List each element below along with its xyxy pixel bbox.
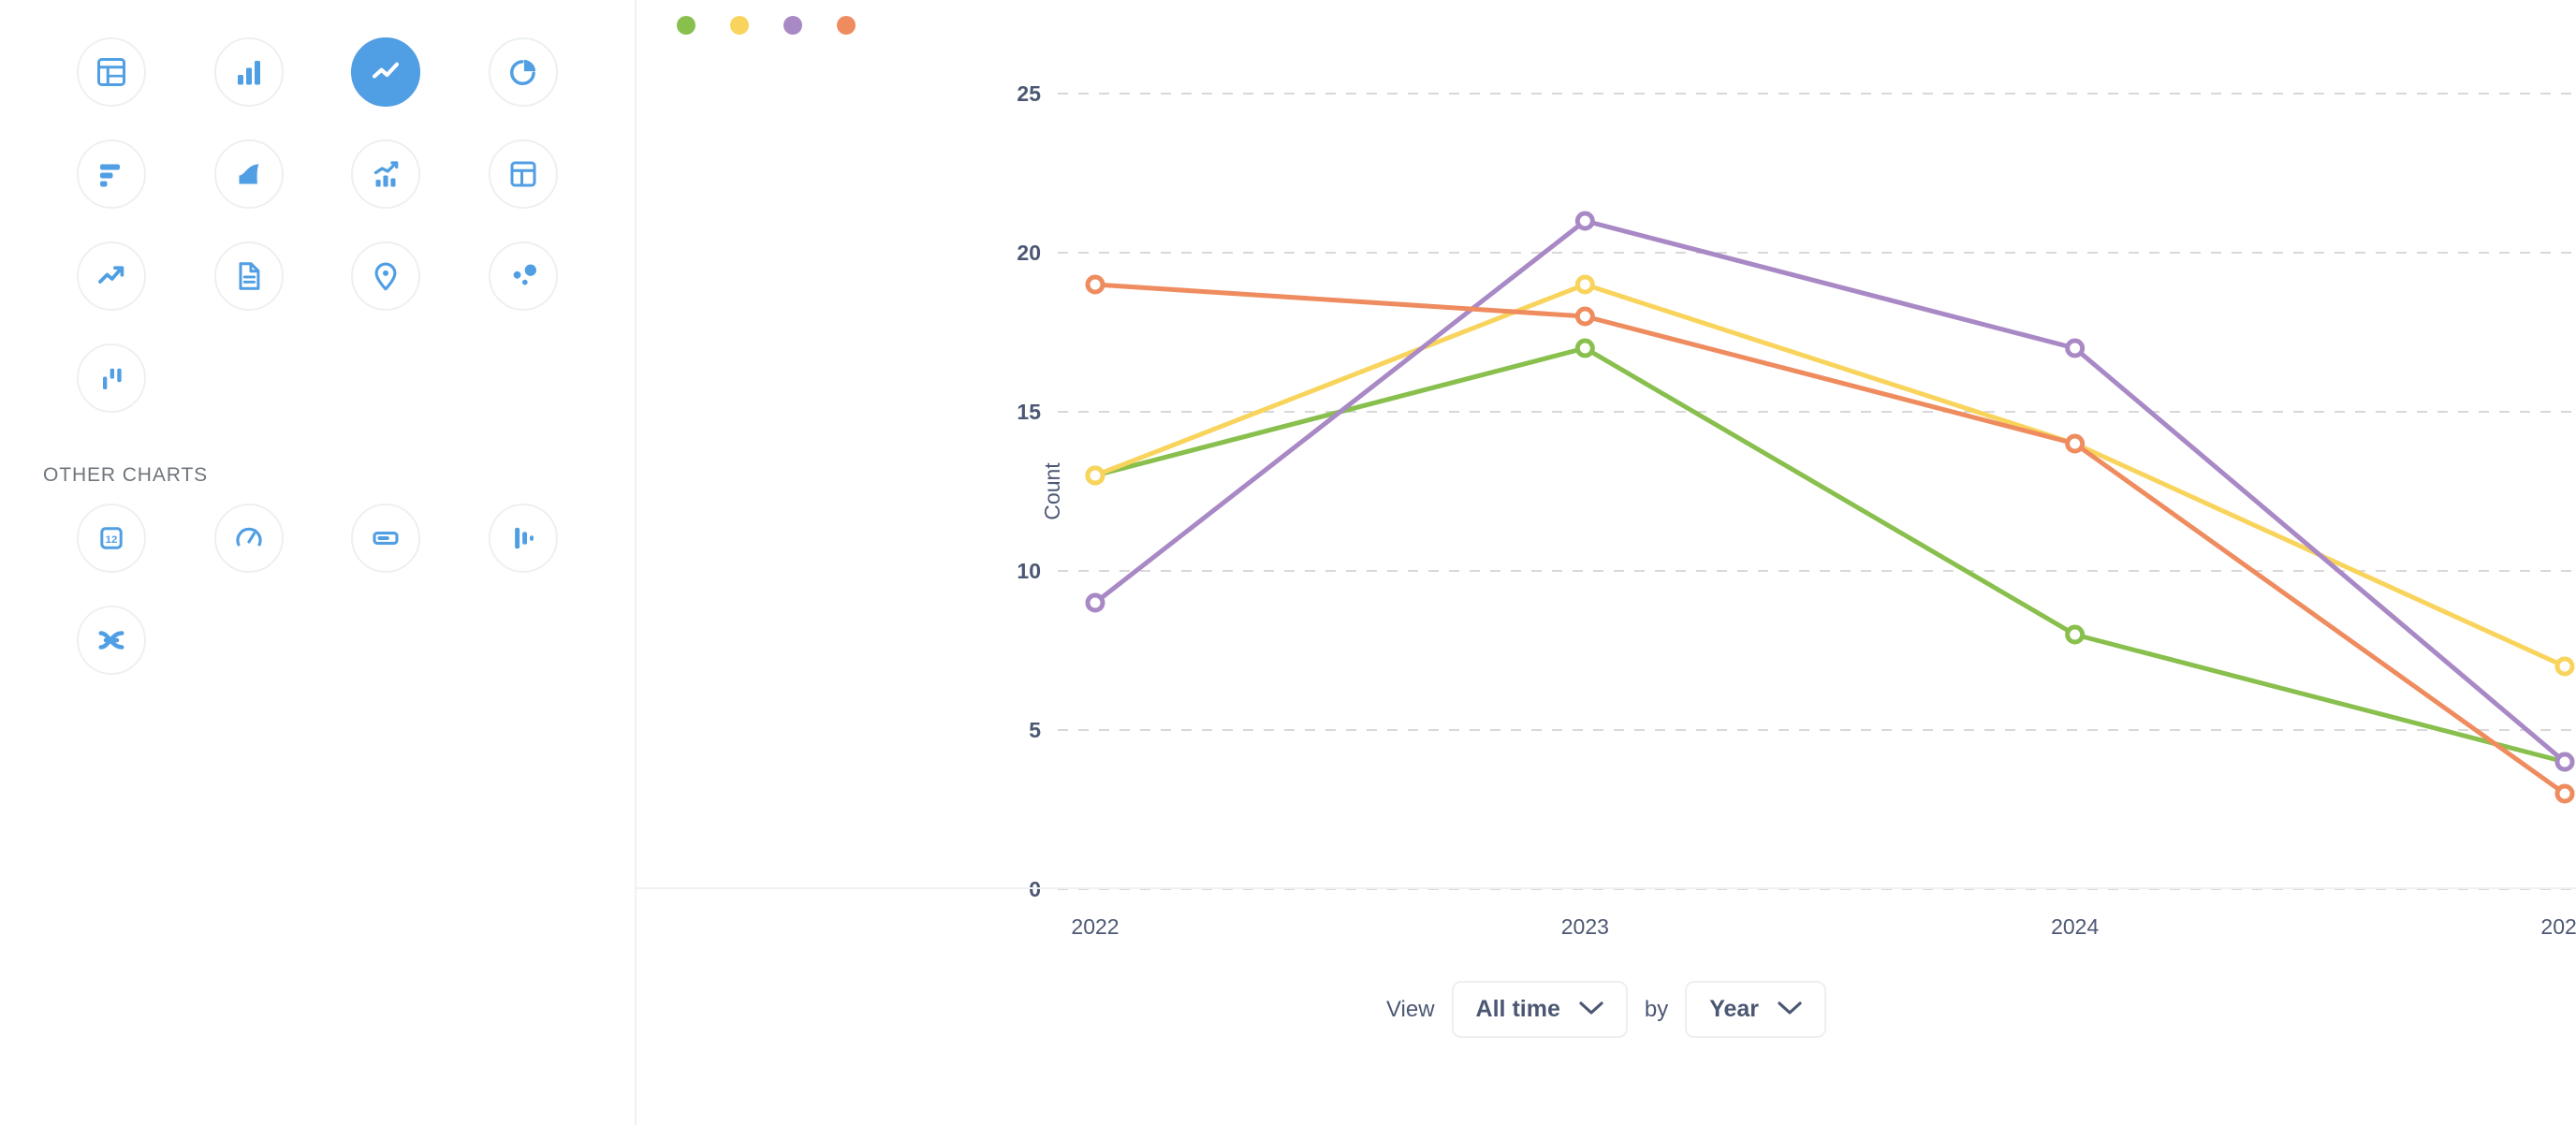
chart-type-progress[interactable] [317,492,455,594]
pivot-table-icon [489,139,558,209]
chart-type-row[interactable] [43,128,181,230]
waterfall-icon [77,343,146,413]
chart-type-scatter[interactable] [455,230,593,332]
chart-type-line[interactable] [317,26,455,128]
data-point-gadget[interactable] [2557,659,2572,674]
y-axis-tick-label: 5 [1029,718,1041,742]
footer-divider [637,887,2576,889]
chart-type-area[interactable] [181,128,318,230]
data-point-widget[interactable] [1577,309,1592,324]
data-point-widget[interactable] [1088,277,1103,292]
granularity-value: Year [1709,996,1759,1023]
detail-icon [214,241,284,311]
chart-type-pie[interactable] [455,26,593,128]
chart-type-detail[interactable] [181,230,318,332]
pie-chart-icon [489,37,558,107]
time-range-dropdown[interactable]: All time [1452,981,1628,1038]
chart-type-table[interactable] [43,26,181,128]
progress-icon [351,504,420,573]
y-axis-tick-label: 25 [1017,81,1041,106]
data-point-gadget[interactable] [1577,277,1592,292]
chart-type-combo[interactable] [317,128,455,230]
data-point-gizmo[interactable] [2557,754,2572,769]
data-point-gizmo[interactable] [2068,341,2083,356]
chart-type-pivot-table[interactable] [455,128,593,230]
sankey-icon [77,606,146,675]
chart-type-gauge[interactable] [181,492,318,594]
chevron-down-icon [1579,1001,1603,1018]
time-range-value: All time [1476,996,1560,1023]
chart-type-sankey[interactable] [43,594,181,696]
area-chart-icon [214,139,284,209]
chevron-down-icon [1778,1001,1802,1018]
map-pin-icon [351,241,420,311]
chart-preview-panel: 0510152025Count2022202320242025Created A… [637,0,2576,1125]
chart-type-number[interactable]: 12 [43,492,181,594]
y-axis-tick-label: 10 [1017,559,1041,583]
series-line-gadget [1095,285,2565,666]
data-point-doohickey[interactable] [1577,341,1592,356]
data-point-gadget[interactable] [1088,468,1103,483]
y-axis-title: Count [1040,462,1064,520]
time-controls: View All time by Year [637,981,2576,1038]
chart-type-map[interactable] [317,230,455,332]
chart-type-trend[interactable] [43,230,181,332]
row-chart-icon [77,139,146,209]
data-point-doohickey[interactable] [2068,627,2083,642]
x-axis-tick-label: 2022 [1071,914,1119,936]
data-point-gizmo[interactable] [1088,595,1103,610]
data-point-gizmo[interactable] [1577,213,1592,228]
by-label: by [1645,997,1668,1023]
data-point-widget[interactable] [2557,786,2572,801]
gauge-icon [214,504,284,573]
x-axis-tick-label: 2025 [2540,914,2576,936]
funnel-icon [489,504,558,573]
primary-chart-type-grid [43,26,592,434]
y-axis-tick-label: 0 [1029,877,1041,901]
chart-type-waterfall[interactable] [43,332,181,434]
trend-icon [77,241,146,311]
combo-chart-icon [351,139,420,209]
other-charts-heading: OTHER CHARTS [43,464,592,487]
series-line-doohickey [1095,348,2565,762]
chart-type-bar[interactable] [181,26,318,128]
x-axis-tick-label: 2023 [1561,914,1609,936]
other-chart-type-grid: 12 [43,492,592,696]
line-chart-icon [351,37,420,107]
svg-text:12: 12 [106,534,118,546]
bar-chart-icon [214,37,284,107]
chart-type-sidebar: OTHER CHARTS 12 [0,0,637,1125]
line-chart: 0510152025Count2022202320242025Created A… [637,0,2576,936]
series-line-widget [1095,285,2565,794]
line-chart-svg: 0510152025Count2022202320242025Created A… [637,0,2576,936]
granularity-dropdown[interactable]: Year [1685,981,1826,1038]
chart-type-funnel[interactable] [455,492,593,594]
visualization-picker-screen: OTHER CHARTS 12 0510152025Count202220232… [0,0,2576,1125]
table-icon [77,37,146,107]
y-axis-tick-label: 15 [1017,400,1041,424]
view-label: View [1386,997,1435,1023]
scatter-icon [489,241,558,311]
y-axis-tick-label: 20 [1017,241,1041,265]
x-axis-tick-label: 2024 [2051,914,2099,936]
data-point-widget[interactable] [2068,436,2083,451]
number-icon: 12 [77,504,146,573]
